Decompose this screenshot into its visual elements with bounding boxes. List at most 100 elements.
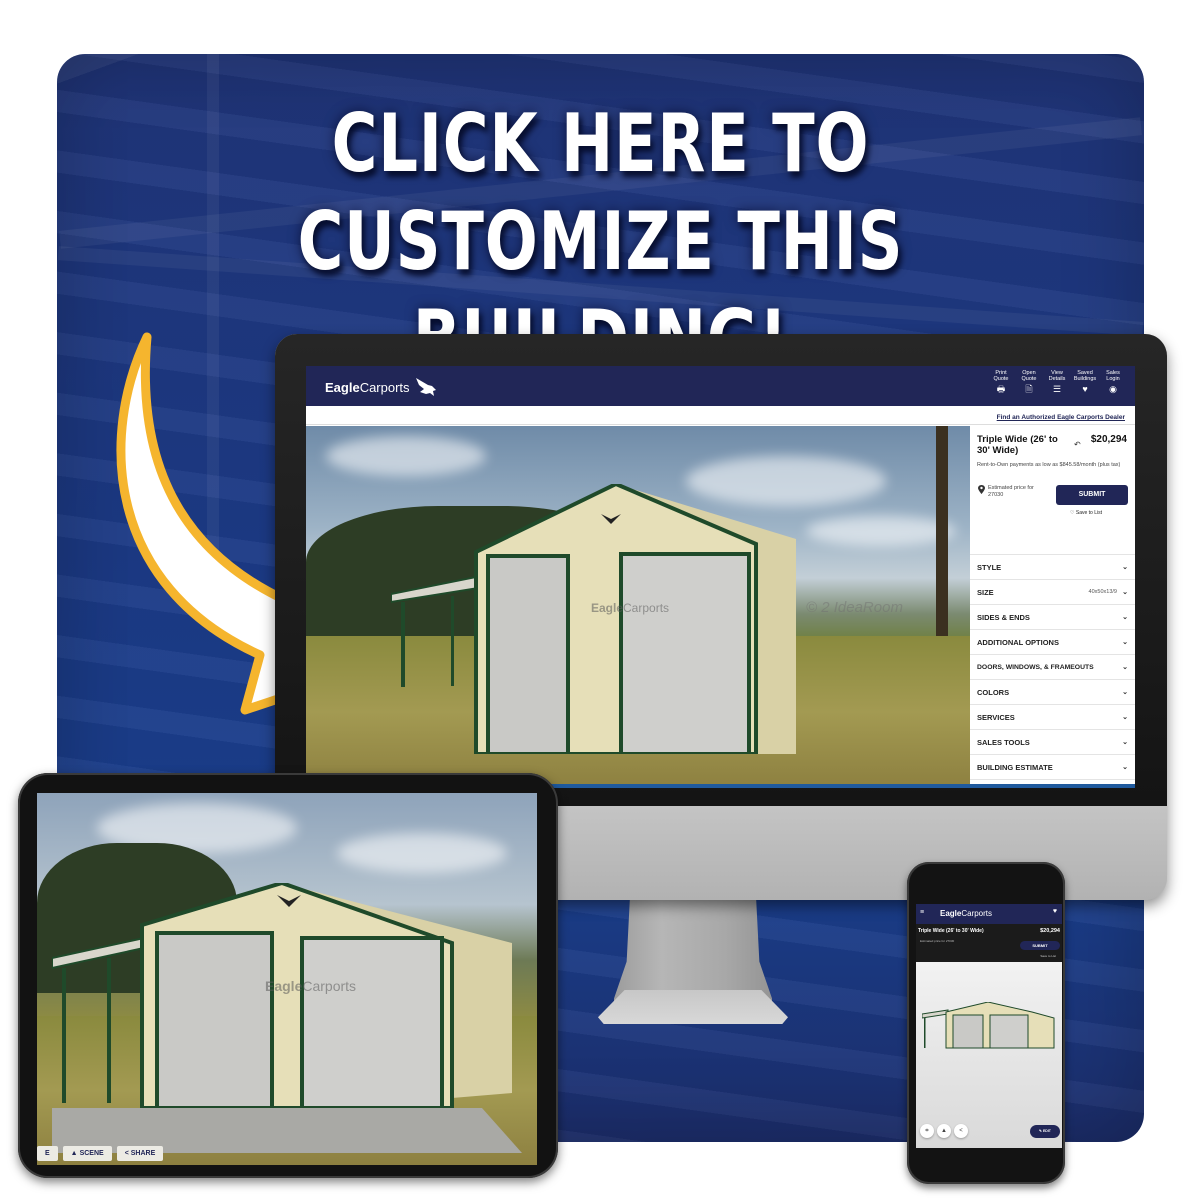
3d-building-viewport[interactable]: EagleCarports © 2 IdeaRoom ⌗ VIEW IN YOU… (306, 426, 970, 788)
edit-button[interactable]: ✎ EDIT (1030, 1125, 1060, 1138)
tool-label: Buildings (1073, 376, 1097, 382)
tool-label: Details (1048, 376, 1066, 382)
phone-3d-viewport[interactable]: ⌗ ▲ < ✎ EDIT (916, 962, 1062, 1148)
product-title: Triple Wide (26' to 30' Wide) (918, 928, 984, 934)
heart-icon[interactable]: ♥ (1053, 908, 1057, 915)
product-title: Triple Wide (26' to 30' Wide) (977, 434, 1058, 456)
saved-buildings-button[interactable]: Saved Buildings ♥ (1073, 370, 1097, 395)
accordion-label: DOORS, WINDOWS, & FRAMEOUTS (977, 664, 1094, 671)
eagle-icon (416, 378, 437, 396)
undo-icon[interactable]: ↶ (1074, 440, 1081, 449)
eagle-carports-watermark: EagleCarports (265, 978, 357, 994)
accordion-size[interactable]: SIZE 40x50x13/9 ⌄ (970, 580, 1135, 605)
account-icon: ◉ (1109, 384, 1117, 394)
chevron-down-icon: ⌄ (1122, 739, 1128, 746)
save-label: Save to List (1075, 510, 1103, 516)
heart-icon: ♡ (1070, 510, 1075, 516)
phone-price-panel: Triple Wide (26' to 30' Wide) $20,294 Es… (916, 924, 1062, 962)
scene-icon[interactable]: ▲ (937, 1124, 951, 1138)
button-label: SHARE (130, 1150, 156, 1157)
accordion-additional-options[interactable]: ADDITIONAL OPTIONS ⌄ (970, 630, 1135, 655)
accordion-label: ADDITIONAL OPTIONS (977, 638, 1059, 647)
eagle-carports-logo[interactable]: EagleCarports (940, 909, 992, 918)
product-price: $20,294 (1090, 434, 1127, 445)
accordion-label: STYLE (977, 563, 1002, 572)
chevron-down-icon: ⌄ (1122, 589, 1128, 596)
logo-bold: Eagle (325, 380, 360, 395)
save-to-list-button[interactable]: ♡ Save to List (1070, 510, 1102, 516)
accordion-building-estimate[interactable]: BUILDING ESTIMATE ⌄ (970, 755, 1135, 780)
accordion-label: BUILDING ESTIMATE (977, 763, 1053, 772)
accordion-colors[interactable]: COLORS ⌄ (970, 680, 1135, 705)
chevron-down-icon: ⌄ (1122, 714, 1128, 721)
desktop-screen: EagleCarports Print Quote 🖶 Open Quote 🗎… (306, 366, 1135, 788)
view-in-your-space-button[interactable]: E (37, 1146, 58, 1161)
scene-controls: E ▲ SCENE < SHARE (37, 1146, 164, 1161)
chevron-down-icon: ⌄ (1122, 689, 1128, 696)
share-button[interactable]: < SHARE (116, 1146, 164, 1161)
printer-icon: 🖶 (996, 384, 1006, 394)
garage-building-model (52, 883, 522, 1153)
submit-button[interactable]: SUBMIT (1056, 485, 1128, 505)
hamburger-menu-icon[interactable]: ≡ (920, 909, 924, 916)
heart-icon: ♥ (1082, 384, 1088, 394)
accordion-style[interactable]: STYLE ⌄ (970, 555, 1135, 580)
accordion-doors-windows-frameouts[interactable]: DOORS, WINDOWS, & FRAMEOUTS ⌄ (970, 655, 1135, 680)
accordion-services[interactable]: SERVICES ⌄ (970, 705, 1135, 730)
monitor-stand-base (598, 990, 788, 1024)
cloud (337, 833, 507, 873)
button-label: E (45, 1150, 50, 1157)
garage-building-model (922, 1002, 1055, 1049)
open-quote-button[interactable]: Open Quote 🗎 (1017, 370, 1041, 395)
share-icon: < (124, 1150, 129, 1157)
chevron-down-icon: ⌄ (1122, 564, 1128, 571)
chevron-down-icon: ⌄ (1122, 764, 1128, 771)
tool-label: Login (1106, 376, 1120, 382)
accordion-label: SALES TOOLS (977, 738, 1030, 747)
chevron-down-icon: ⌄ (1122, 639, 1128, 646)
find-dealer-link[interactable]: Find an Authorized Eagle Carports Dealer (997, 414, 1125, 421)
accordion-label: COLORS (977, 688, 1010, 697)
list-icon: ☰ (1052, 384, 1062, 394)
rent-to-own-text: Rent-to-Own payments as low as $845.58/m… (977, 462, 1121, 468)
chevron-down-icon: ⌄ (1122, 664, 1128, 671)
app-header: EagleCarports Print Quote 🖶 Open Quote 🗎… (306, 366, 1135, 406)
idearoom-credit: © 2 IdeaRoom (806, 599, 903, 616)
tablet-screen[interactable]: EagleCarports E ▲ SCENE < SHARE (37, 793, 537, 1165)
accordion-label: SIZE (977, 588, 994, 597)
print-quote-button[interactable]: Print Quote 🖶 (989, 370, 1013, 395)
view-details-button[interactable]: View Details ☰ (1045, 370, 1069, 395)
configurator-sidebar: Triple Wide (26' to 30' Wide) ↶ $20,294 … (970, 426, 1135, 788)
save-to-list-button[interactable]: Save to List (1040, 954, 1056, 958)
sales-login-button[interactable]: Sales Login ◉ (1101, 370, 1125, 395)
headline-line-1: CLICK HERE TO (331, 97, 870, 190)
header-toolbar: Print Quote 🖶 Open Quote 🗎 View Details … (989, 370, 1125, 395)
phone-screen: ≡ EagleCarports ♥ Triple Wide (26' to 30… (916, 904, 1062, 1148)
open-quote-icon: 🗎 (1025, 384, 1033, 394)
edit-label: EDIT (1042, 1129, 1051, 1133)
submit-button[interactable]: SUBMIT (1020, 941, 1060, 950)
cloud (326, 436, 486, 476)
option-accordion: STYLE ⌄ SIZE 40x50x13/9 ⌄ SIDES & ENDS ⌄ ADD… (970, 554, 1135, 780)
scene-icon: ▲ (70, 1150, 78, 1157)
product-price: $20,294 (1040, 928, 1060, 934)
eagle-carports-logo[interactable]: EagleCarports (325, 376, 438, 400)
share-icon[interactable]: < (954, 1124, 968, 1138)
accordion-sides-ends[interactable]: SIDES & ENDS ⌄ (970, 605, 1135, 630)
accordion-label: SERVICES (977, 713, 1015, 722)
phone-header: ≡ EagleCarports ♥ (916, 904, 1062, 924)
logo-regular: Carports (359, 380, 410, 395)
estimate-location-text: Estimated price for 27030 (988, 485, 1034, 498)
accordion-sales-tools[interactable]: SALES TOOLS ⌄ (970, 730, 1135, 755)
tool-label: Quote (993, 376, 1009, 382)
estimate-location-text: Estimated price for 27030 (920, 939, 955, 943)
location-pin-icon (978, 485, 985, 494)
ar-icon[interactable]: ⌗ (920, 1124, 934, 1138)
garage-building-model (474, 484, 796, 754)
pencil-icon: ✎ (1039, 1129, 1042, 1133)
scene-button[interactable]: ▲ SCENE (62, 1146, 112, 1161)
accordion-label: SIDES & ENDS (977, 613, 1030, 622)
chevron-down-icon: ⌄ (1122, 614, 1128, 621)
eagle-carports-watermark: EagleCarports (591, 601, 670, 615)
size-value: 40x50x13/9 (1088, 589, 1117, 595)
